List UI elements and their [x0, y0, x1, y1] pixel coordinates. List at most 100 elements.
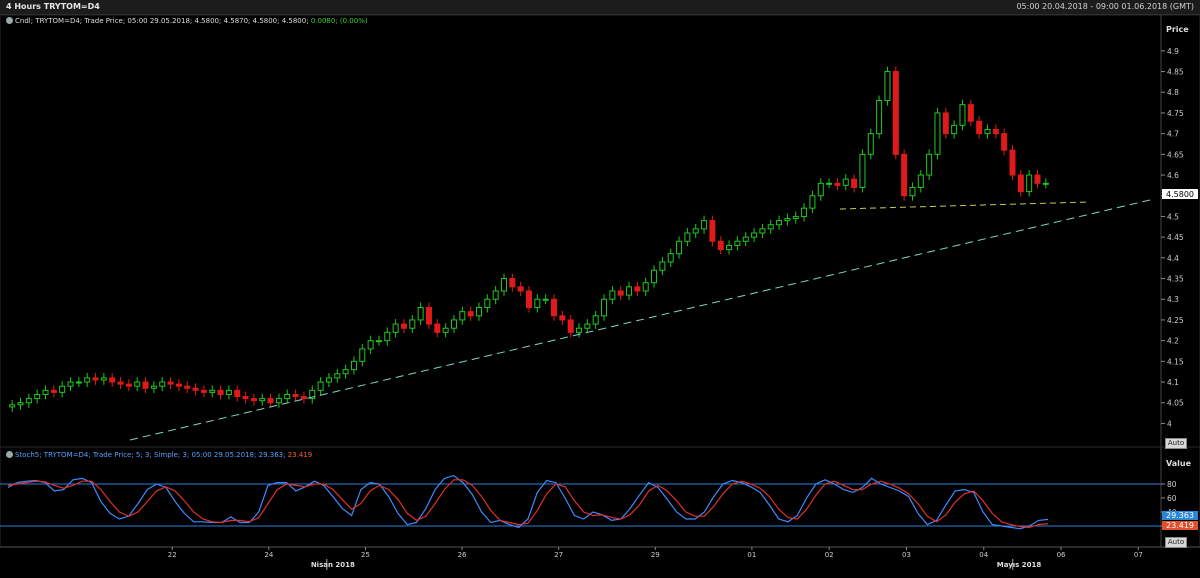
candle-body [367, 340, 374, 350]
candle-body [926, 153, 933, 176]
candle-body [842, 178, 849, 186]
candle-body [692, 228, 699, 234]
candle-body [976, 120, 983, 135]
candle-body [659, 261, 666, 271]
candle-body [642, 282, 649, 292]
candle-body [984, 129, 991, 135]
candle-body [601, 298, 608, 317]
time-tick-label: 27 [554, 551, 563, 559]
candle-body [817, 182, 824, 197]
candle-body [626, 286, 633, 296]
candle-body [109, 377, 116, 383]
price-tick-label: 4.75 [1167, 109, 1184, 118]
candle-body [284, 393, 291, 400]
candle-body [234, 389, 241, 398]
candle-body [84, 377, 91, 383]
month-label: Nisan 2018 [311, 561, 355, 569]
candle-body [551, 298, 558, 317]
candle-body [425, 307, 432, 325]
support-line [839, 201, 1091, 210]
candle-body [59, 385, 66, 393]
candle-body [200, 389, 207, 393]
time-tick-label: 06 [1057, 551, 1066, 559]
candle-body [384, 331, 391, 342]
candle-body [576, 327, 583, 333]
candle-body [801, 207, 808, 217]
time-tick-label: 22 [168, 551, 177, 559]
price-tick-label: 4.25 [1167, 316, 1184, 325]
stoch-auto-scale-button[interactable]: Auto [1165, 537, 1187, 548]
time-axis-ticks: 22 24 25 26 27 29 01 02 03 04 06 07 Nisan 2018 Mayıs … [168, 547, 1143, 570]
candle-body [534, 298, 541, 309]
candles [9, 66, 1049, 412]
candle-body [667, 253, 674, 263]
price-tick-label: 4.05 [1167, 399, 1184, 408]
candle-body [225, 389, 232, 395]
candle-body [559, 315, 566, 321]
price-tick-label: 4.4 [1167, 254, 1179, 263]
price-tick-label: 4.6 [1167, 171, 1179, 180]
candle-body [375, 340, 382, 343]
candle-body [167, 381, 174, 385]
candle-body [934, 112, 941, 155]
candle-body [567, 319, 574, 333]
candle-body [767, 224, 774, 230]
time-tick-label: 01 [747, 551, 756, 559]
candle-body [609, 290, 616, 300]
candle-body [701, 220, 708, 230]
candle-body [909, 186, 916, 197]
candle-body [259, 398, 266, 402]
candle-body [634, 286, 641, 292]
price-tick-label: 4.85 [1167, 68, 1184, 77]
candle-body [992, 129, 999, 135]
time-tick-label: 07 [1134, 551, 1143, 559]
candle-body [392, 323, 399, 333]
candle-body [834, 182, 841, 186]
candle-body [809, 195, 816, 209]
price-tick-label: 4.2 [1167, 337, 1179, 346]
candle-body [100, 377, 107, 381]
candle-body [651, 269, 658, 284]
candle-body [684, 232, 691, 242]
candle-body [517, 286, 524, 292]
candle-body [325, 377, 332, 383]
last-price-marker: 4.5800 [1162, 189, 1198, 199]
price-and-stochastic-chart[interactable]: Price Value 4 4.05 4.1 4.15 4.2 4.25 4.3 4.35 4.… [0, 0, 1200, 578]
candle-body [884, 71, 891, 102]
candle-body [125, 383, 132, 387]
price-tick-label: 4.1 [1167, 378, 1179, 387]
candle-body [275, 398, 282, 404]
candle-body [959, 104, 966, 126]
candle-body [1001, 133, 1008, 151]
price-tick-label: 4 [1167, 419, 1172, 428]
candle-body [450, 319, 457, 329]
stoch-axis-title: Value [1166, 459, 1192, 468]
stoch-tick-label: 60 [1167, 494, 1177, 503]
candle-body [967, 104, 974, 122]
candle-body [292, 393, 299, 398]
d-value-label: 23.419 [1166, 521, 1194, 530]
candle-body [892, 71, 899, 155]
candle-body [734, 240, 741, 246]
time-tick-label: 02 [825, 551, 834, 559]
candle-body [192, 387, 199, 391]
time-tick-label: 29 [651, 551, 660, 559]
price-auto-scale-button[interactable]: Auto [1165, 438, 1187, 449]
candle-body [1009, 149, 1016, 176]
candle-body [759, 228, 766, 234]
candle-body [876, 100, 883, 135]
candle-body [617, 290, 624, 296]
candle-body [92, 377, 99, 381]
candle-body [175, 383, 182, 387]
time-tick-label: 03 [902, 551, 911, 559]
candle-body [467, 311, 474, 317]
candle-body [784, 218, 791, 222]
candle-body [359, 348, 366, 362]
month-label: Mayıs 2018 [997, 561, 1042, 569]
time-tick-label: 25 [361, 551, 370, 559]
candle-body [117, 381, 124, 385]
candle-body [317, 381, 324, 391]
price-tick-label: 4.8 [1167, 88, 1179, 97]
candle-body [500, 278, 507, 292]
candle-body [475, 307, 482, 317]
